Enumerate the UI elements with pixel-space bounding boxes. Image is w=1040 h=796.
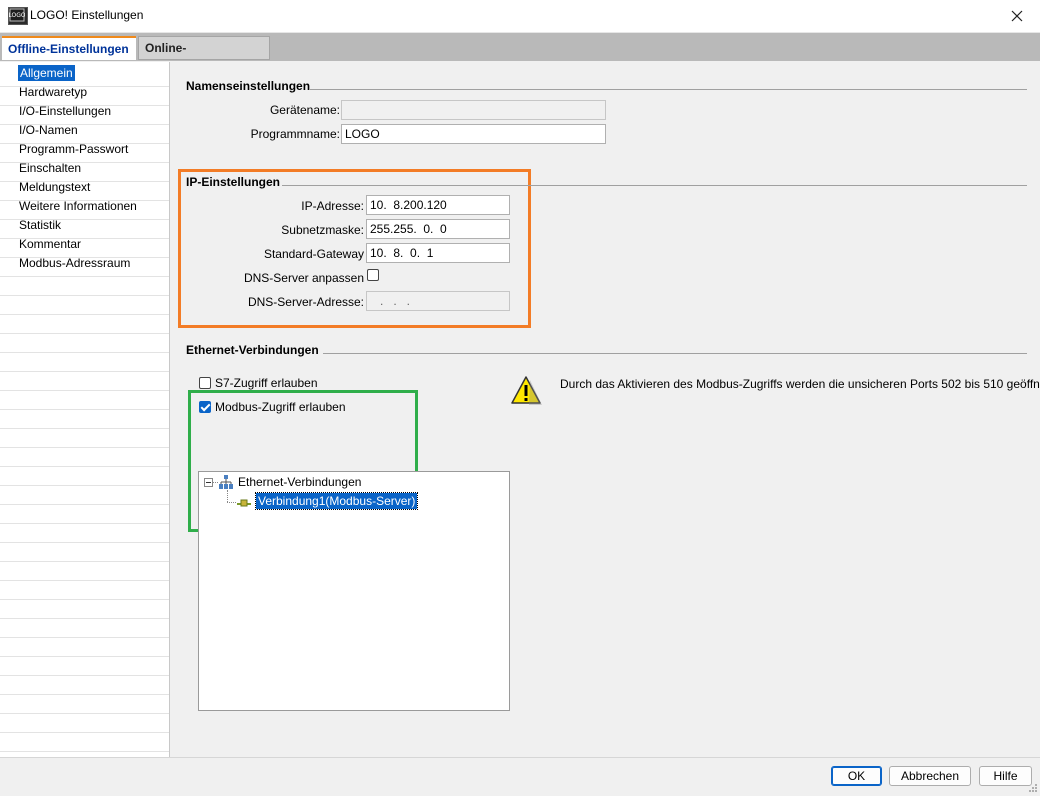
settings-nav: Allgemein Hardwaretyp I/O-Einstellungen … xyxy=(0,62,170,757)
tree-connector xyxy=(227,502,236,503)
settings-content: Namenseinstellungen Gerätename: Programm… xyxy=(170,62,1040,757)
section-title-name-settings: Namenseinstellungen xyxy=(186,79,311,93)
connection-icon xyxy=(236,494,252,510)
nav-item-statistik[interactable]: Statistik xyxy=(19,217,61,233)
nav-item-io-namen[interactable]: I/O-Namen xyxy=(19,122,78,138)
svg-text:LOGO: LOGO xyxy=(9,12,25,19)
dialog-button-bar: OK Abbrechen Hilfe xyxy=(0,757,1040,794)
logo-app-icon: LOGO xyxy=(8,7,28,25)
tab-online-settings[interactable]: Online-Einstellungen xyxy=(138,36,270,77)
modbus-access-label: Modbus-Zugriff erlauben xyxy=(215,400,346,414)
device-name-label: Gerätename: xyxy=(269,103,340,117)
section-title-ethernet: Ethernet-Verbindungen xyxy=(186,343,319,357)
close-icon xyxy=(1011,10,1023,22)
help-button[interactable]: Hilfe xyxy=(979,766,1032,786)
nav-item-meldungstext[interactable]: Meldungstext xyxy=(19,179,90,195)
s7-access-checkbox[interactable] xyxy=(199,377,211,389)
ip-address-label: IP-Adresse: xyxy=(301,199,364,213)
tree-node-verbindung1[interactable]: Verbindung1(Modbus-Server) xyxy=(254,492,419,510)
section-title-ip-settings: IP-Einstellungen xyxy=(186,175,281,189)
nav-item-hardwaretyp[interactable]: Hardwaretyp xyxy=(19,84,87,100)
nav-item-allgemein[interactable]: Allgemein xyxy=(18,65,75,81)
nav-item-weitere-informationen[interactable]: Weitere Informationen xyxy=(19,198,137,214)
ok-button[interactable]: OK xyxy=(831,766,882,786)
title-bar: LOGO LOGO! Einstellungen xyxy=(0,0,1040,33)
resize-grip-icon[interactable] xyxy=(1028,782,1038,792)
warning-icon xyxy=(509,374,543,408)
subnet-mask-label: Subnetzmaske: xyxy=(281,223,364,237)
program-name-field[interactable] xyxy=(341,124,606,144)
tab-offline-settings[interactable]: Offline-Einstellungen xyxy=(2,36,136,60)
collapse-toggle-icon[interactable] xyxy=(204,478,213,487)
dns-address-label: DNS-Server-Adresse: xyxy=(247,295,364,309)
nav-item-modbus-adressraum[interactable]: Modbus-Adressraum xyxy=(19,255,130,271)
modbus-warning-text: Durch das Aktivieren des Modbus-Zugriffs… xyxy=(560,377,1040,391)
dns-adjust-checkbox[interactable] xyxy=(367,269,379,281)
nav-item-programm-passwort[interactable]: Programm-Passwort xyxy=(19,141,128,157)
subnet-mask-field[interactable] xyxy=(366,219,510,239)
close-button[interactable] xyxy=(994,0,1040,32)
nav-item-kommentar[interactable]: Kommentar xyxy=(19,236,81,252)
tree-root-label[interactable]: Ethernet-Verbindungen xyxy=(238,475,361,489)
dns-address-field[interactable] xyxy=(366,291,510,311)
program-name-label: Programmname: xyxy=(250,127,340,141)
nav-item-einschalten[interactable]: Einschalten xyxy=(19,160,81,176)
section-divider xyxy=(310,89,1027,90)
cancel-button[interactable]: Abbrechen xyxy=(889,766,971,786)
section-divider xyxy=(282,185,1027,186)
s7-access-label: S7-Zugriff erlauben xyxy=(215,376,318,390)
default-gateway-label: Standard-Gateway xyxy=(263,247,364,261)
network-icon xyxy=(218,474,234,490)
dns-adjust-label: DNS-Server anpassen xyxy=(243,271,364,285)
nav-item-io-einstellungen[interactable]: I/O-Einstellungen xyxy=(19,103,111,119)
ip-address-field[interactable] xyxy=(366,195,510,215)
tree-connector xyxy=(227,490,228,502)
default-gateway-field[interactable] xyxy=(366,243,510,263)
section-divider xyxy=(323,353,1027,354)
connections-tree[interactable]: Ethernet-Verbindungen Verbindung1(Modbus… xyxy=(198,471,510,711)
window-title: LOGO! Einstellungen xyxy=(30,8,144,22)
tab-bar: Offline-Einstellungen Online-Einstellung… xyxy=(0,33,1040,77)
modbus-access-checkbox[interactable] xyxy=(199,401,211,413)
device-name-field[interactable] xyxy=(341,100,606,120)
